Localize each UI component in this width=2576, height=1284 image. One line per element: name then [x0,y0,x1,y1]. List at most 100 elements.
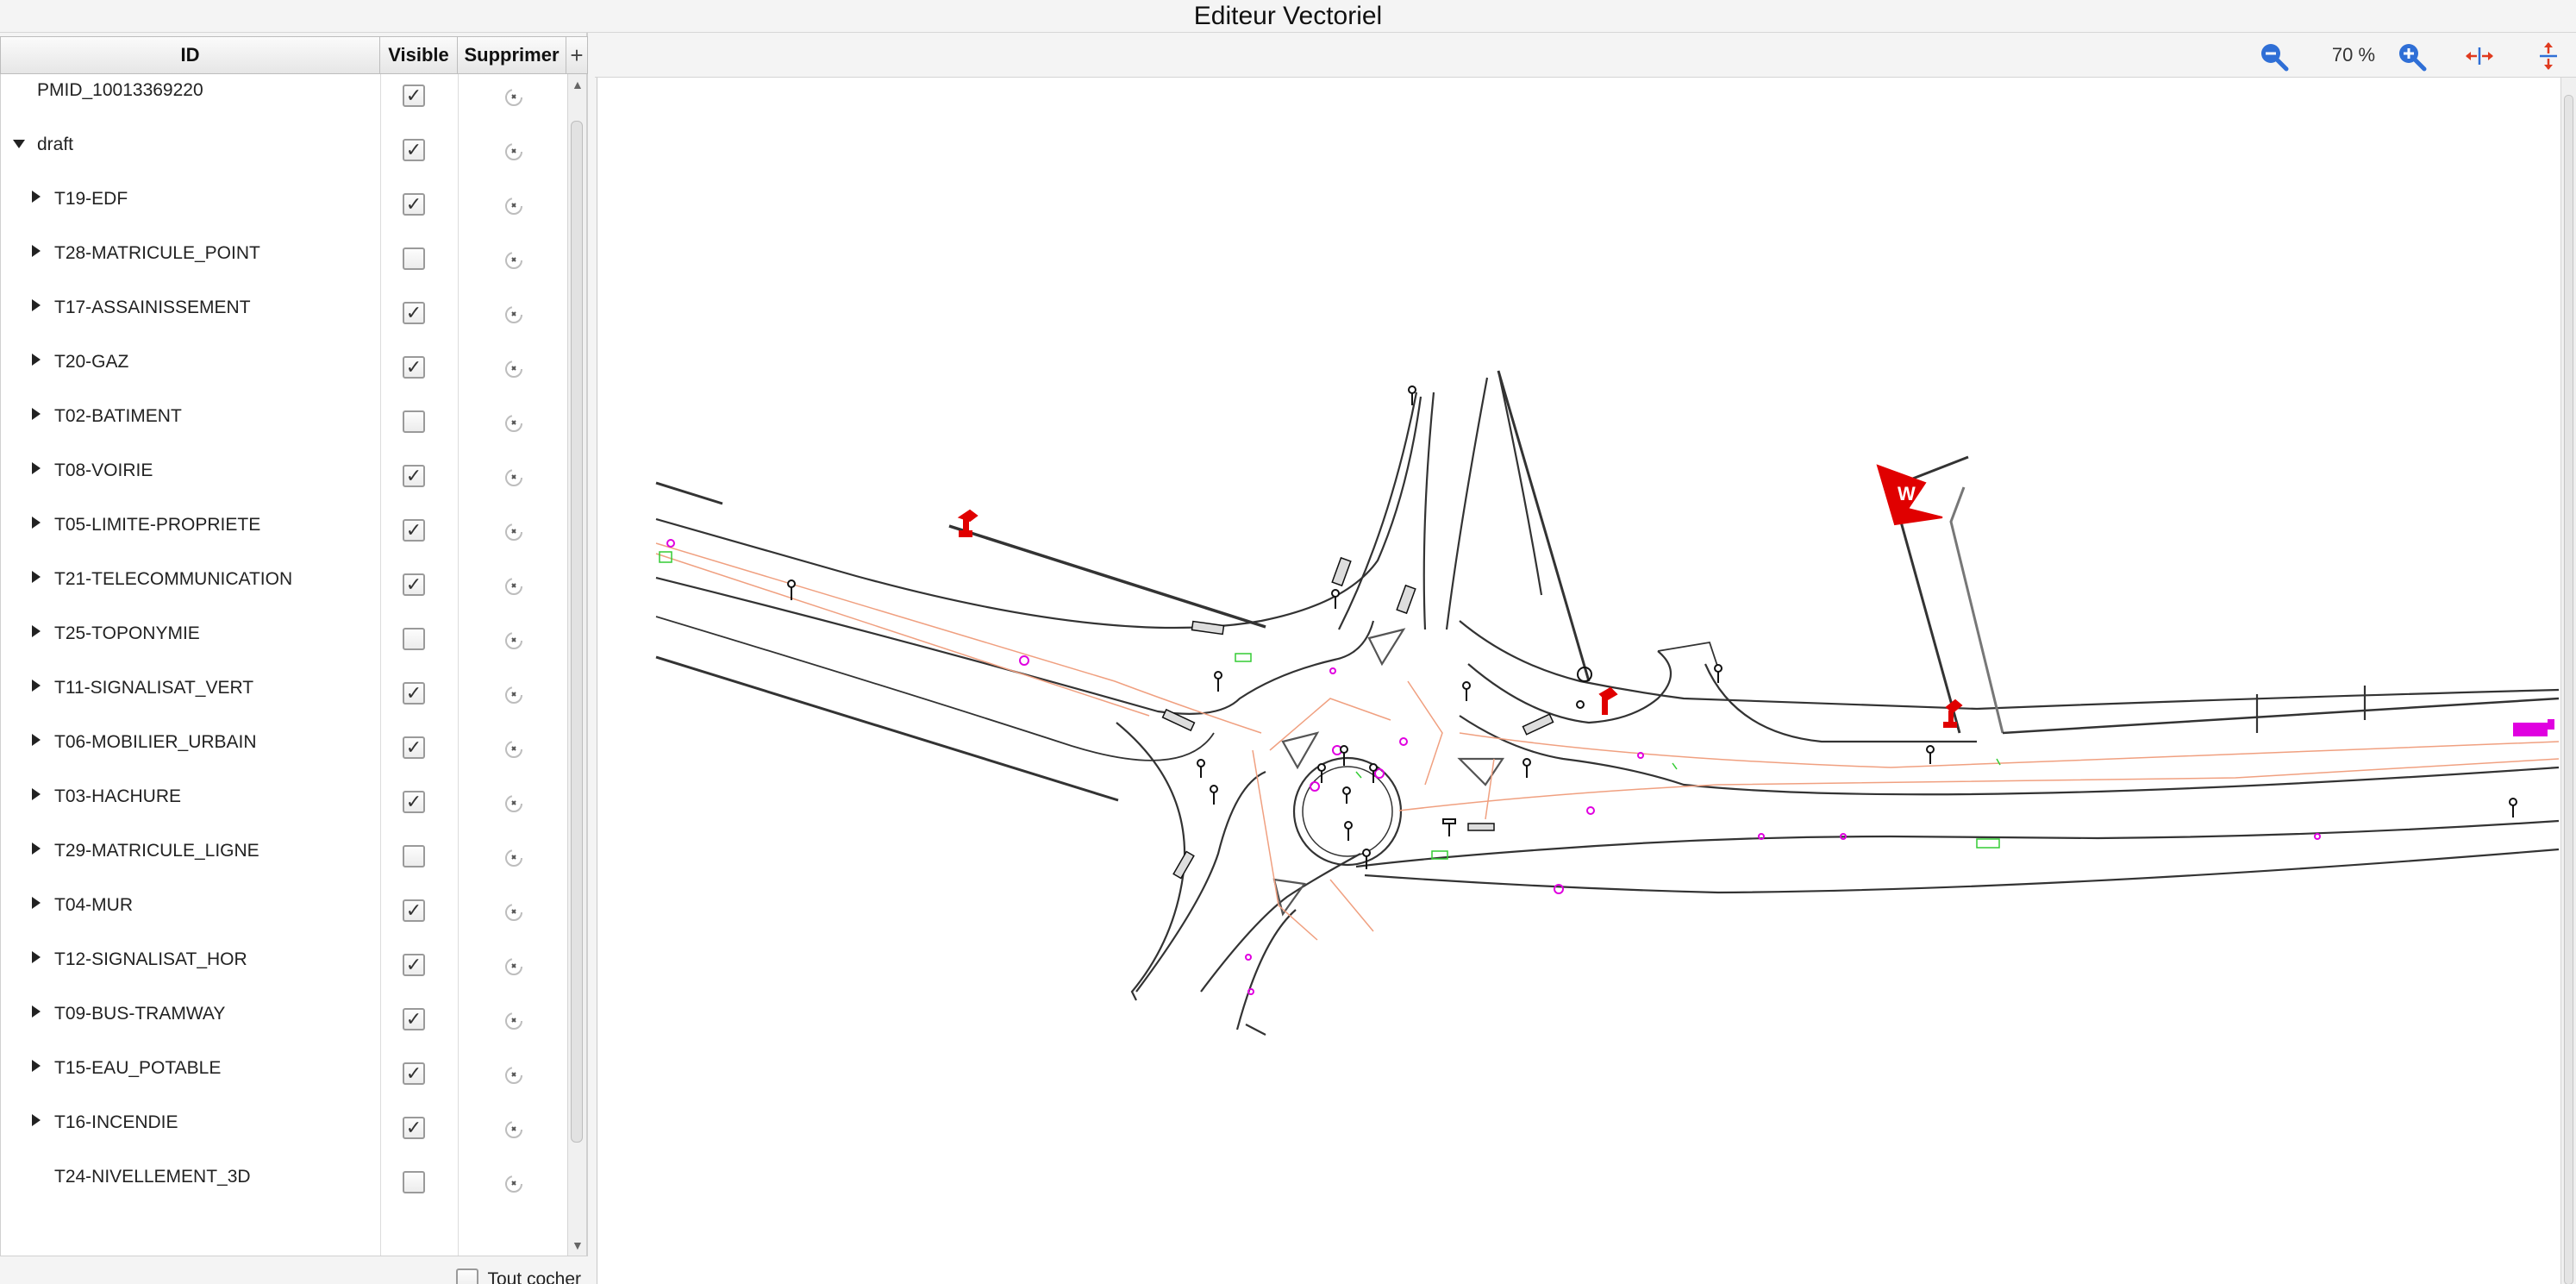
check-all-checkbox[interactable] [456,1268,479,1284]
layer-table-scrollbar[interactable]: ▲ ▼ [567,74,586,1256]
scroll-down-arrow-icon[interactable]: ▼ [572,1238,584,1252]
visible-checkbox[interactable]: ✓ [403,465,425,487]
delete-layer-icon[interactable] [503,575,525,598]
visible-checkbox[interactable]: ✓ [403,519,425,542]
collapsed-arrow-icon[interactable] [32,734,41,746]
delete-layer-icon[interactable] [503,847,525,869]
check-all-control[interactable]: Tout cocher [456,1268,581,1284]
layer-id-cell[interactable]: T25-TOPONYMIE [1,617,380,672]
layer-id-cell[interactable]: T21-TELECOMMUNICATION [1,563,380,617]
collapsed-arrow-icon[interactable] [32,462,41,474]
visible-checkbox[interactable]: ✓ [403,954,425,976]
layer-row[interactable]: T21-TELECOMMUNICATION ✓ [1,563,567,617]
layer-id-cell[interactable]: T09-BUS-TRAMWAY [1,998,380,1052]
visible-checkbox[interactable]: ✓ [403,302,425,324]
visible-checkbox[interactable] [403,247,425,270]
visible-checkbox[interactable]: ✓ [403,1008,425,1030]
layer-row[interactable]: T06-MOBILIER_URBAIN ✓ [1,726,567,780]
collapsed-arrow-icon[interactable] [32,299,41,311]
layer-row[interactable]: T05-LIMITE-PROPRIETE ✓ [1,509,567,563]
layer-row[interactable]: T12-SIGNALISAT_HOR ✓ [1,943,567,998]
delete-layer-icon[interactable] [503,738,525,761]
delete-layer-icon[interactable] [503,901,525,924]
visible-checkbox[interactable] [403,845,425,867]
collapsed-arrow-icon[interactable] [32,625,41,637]
layer-row[interactable]: T15-EAU_POTABLE ✓ [1,1052,567,1106]
layer-id-cell[interactable]: T29-MATRICULE_LIGNE [1,835,380,889]
vector-canvas[interactable]: W [597,78,2562,1284]
collapsed-arrow-icon[interactable] [32,1005,41,1018]
visible-checkbox[interactable] [403,410,425,433]
delete-layer-icon[interactable] [503,467,525,489]
visible-checkbox[interactable]: ✓ [403,791,425,813]
delete-layer-icon[interactable] [503,1173,525,1195]
zoom-out-icon[interactable] [2258,41,2289,72]
collapsed-arrow-icon[interactable] [32,517,41,529]
collapsed-arrow-icon[interactable] [32,245,41,257]
zoom-in-icon[interactable] [2396,41,2427,72]
layer-id-cell[interactable]: T20-GAZ [1,346,380,400]
column-header-id[interactable]: ID [1,37,380,73]
visible-checkbox[interactable] [403,1171,425,1193]
delete-layer-icon[interactable] [503,1064,525,1087]
layer-id-cell[interactable]: T08-VOIRIE [1,454,380,509]
delete-layer-icon[interactable] [503,792,525,815]
delete-layer-icon[interactable] [503,141,525,163]
delete-layer-icon[interactable] [503,195,525,217]
layer-row[interactable]: T20-GAZ ✓ [1,346,567,400]
delete-layer-icon[interactable] [503,304,525,326]
layer-row[interactable]: T08-VOIRIE ✓ [1,454,567,509]
layer-row[interactable]: T16-INCENDIE ✓ [1,1106,567,1161]
visible-checkbox[interactable] [403,628,425,650]
layer-row[interactable]: T19-EDF ✓ [1,183,567,237]
layer-row[interactable]: T03-HACHURE ✓ [1,780,567,835]
canvas-scrollbar-thumb[interactable] [2564,95,2573,1284]
scrollbar-thumb[interactable] [571,121,583,1143]
layer-row[interactable]: T28-MATRICULE_POINT [1,237,567,291]
delete-layer-icon[interactable] [503,412,525,435]
collapsed-arrow-icon[interactable] [32,354,41,366]
scroll-up-arrow-icon[interactable]: ▲ [572,78,584,91]
layer-row[interactable]: T02-BATIMENT [1,400,567,454]
add-column-button[interactable]: + [566,37,587,73]
layer-id-cell[interactable]: T04-MUR [1,889,380,943]
layer-row[interactable]: T09-BUS-TRAMWAY ✓ [1,998,567,1052]
delete-layer-icon[interactable] [503,358,525,380]
collapsed-arrow-icon[interactable] [32,842,41,855]
layer-id-cell[interactable]: T17-ASSAINISSEMENT [1,291,380,346]
collapsed-arrow-icon[interactable] [32,408,41,420]
layer-id-cell[interactable]: T28-MATRICULE_POINT [1,237,380,291]
delete-layer-icon[interactable] [503,249,525,272]
collapsed-arrow-icon[interactable] [32,191,41,203]
layer-id-cell[interactable]: T19-EDF [1,183,380,237]
layer-row[interactable]: T25-TOPONYMIE [1,617,567,672]
layer-id-cell[interactable]: T12-SIGNALISAT_HOR [1,943,380,998]
delete-layer-icon[interactable] [503,86,525,109]
expanded-arrow-icon[interactable] [13,140,25,148]
layer-id-cell[interactable]: T15-EAU_POTABLE [1,1052,380,1106]
collapsed-arrow-icon[interactable] [32,951,41,963]
canvas-scrollbar[interactable] [2560,78,2576,1284]
vector-drawing[interactable]: W [597,78,2562,1284]
visible-checkbox[interactable]: ✓ [403,573,425,596]
visible-checkbox[interactable]: ✓ [403,899,425,922]
delete-layer-icon[interactable] [503,684,525,706]
visible-checkbox[interactable]: ✓ [403,356,425,379]
collapsed-arrow-icon[interactable] [32,897,41,909]
visible-checkbox[interactable]: ✓ [403,139,425,161]
collapsed-arrow-icon[interactable] [32,788,41,800]
visible-checkbox[interactable]: ✓ [403,85,425,107]
layer-row[interactable]: T17-ASSAINISSEMENT ✓ [1,291,567,346]
layer-id-cell[interactable]: T11-SIGNALISAT_VERT [1,672,380,726]
column-header-visible[interactable]: Visible [380,37,458,73]
visible-checkbox[interactable]: ✓ [403,1117,425,1139]
column-header-delete[interactable]: Supprimer [458,37,566,73]
layer-row[interactable]: T29-MATRICULE_LIGNE [1,835,567,889]
layer-id-cell[interactable]: PMID_10013369220 [1,74,380,128]
layer-id-cell[interactable]: T16-INCENDIE [1,1106,380,1161]
layer-id-cell[interactable]: T02-BATIMENT [1,400,380,454]
collapsed-arrow-icon[interactable] [32,1114,41,1126]
layer-id-cell[interactable]: T06-MOBILIER_URBAIN [1,726,380,780]
layer-id-cell[interactable]: T05-LIMITE-PROPRIETE [1,509,380,563]
collapsed-arrow-icon[interactable] [32,1060,41,1072]
